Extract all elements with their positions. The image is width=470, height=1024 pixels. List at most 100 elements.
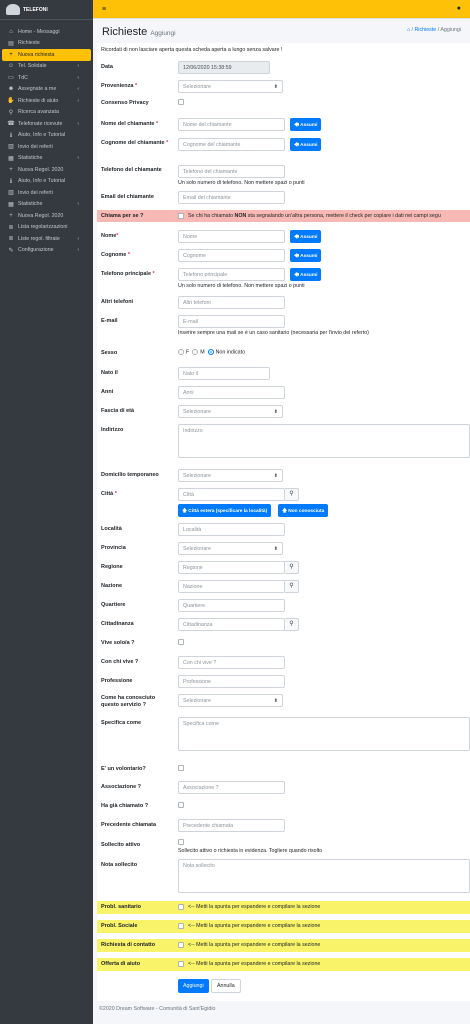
sidebar-item-liste-regol-filtrate[interactable]: ≣ Liste regol. filtrate ‹ [0,233,93,245]
sidebar-item-telefonate-ricevute[interactable]: ☎ Telefonate ricevute ‹ [0,118,93,130]
annulla-button[interactable]: Annulla [211,979,241,993]
provenienza-label: Provenienza * [101,83,171,90]
sidebar-item-invio-dei-referti[interactable]: ▥ Invio dei referti [0,187,93,199]
sidebar-item-assegnate-a-me[interactable]: ☻ Assegnate a me ‹ [0,84,93,96]
sidebar-item-nuova-regol-2020[interactable]: + Nuova Regol. 2020 [0,210,93,222]
sidebar-item-nuova-richiesta[interactable]: + Nuova richiesta [2,49,91,61]
richiesta-contatto-checkbox[interactable] [178,942,184,948]
sidebar-item-statistiche[interactable]: ▦ Statistiche ‹ [0,153,93,165]
breadcrumb-richieste[interactable]: Richieste [414,27,436,33]
assumi-label: Assumi [300,235,318,240]
con-chi-input[interactable]: Con chi vive ? [178,656,285,669]
nota-textarea[interactable]: Nota sollecito [178,859,470,893]
nato-input[interactable]: Nato il [178,367,270,380]
quartiere-input[interactable]: Quartiere [178,599,285,612]
nome-input[interactable]: Nome [178,230,285,243]
sidebar-item-richieste-di-aiuto[interactable]: ✋ Richieste di aiuto ‹ [0,95,93,107]
chevron-left-icon: ‹ [77,201,79,208]
provincia-select[interactable]: Selezionare [178,542,283,555]
assumi-cognome-chiamante-button[interactable]: 🡄 Assumi [290,138,322,151]
data-label: Data [101,64,113,70]
home-icon[interactable]: ⌂ [407,27,410,33]
sidebar-item-aiuto-info-e-tutorial[interactable]: ℹ Aiuto, Info e Tutorial [0,130,93,142]
sidebar-item-richieste[interactable]: ▤ Richieste [0,38,93,50]
citta-estera-button[interactable]: 🡅 Città estera (specificare la località) [178,504,272,517]
specifica-textarea[interactable]: Specifica come [178,717,470,751]
non-conosciuta-button[interactable]: 🡅 Non conosciuta [278,504,329,517]
sidebar-item-nuova-regol-2020[interactable]: + Nuova Regol. 2020 [0,164,93,176]
sidebar-item-tel-solidale[interactable]: ☺ Tel. Solidale ‹ [0,61,93,73]
tel-principale-input[interactable]: Telefono principale [178,268,285,281]
sidebar-item-configurazione[interactable]: ✎ Configurazione ‹ [0,245,93,257]
sidebar-item-invio-dei-referti[interactable]: ▥ Invio dei referti [0,141,93,153]
localita-input[interactable]: Località [178,523,285,536]
cittadinanza-input[interactable]: Cittadinanza [178,618,285,631]
menu-icon[interactable]: ≡ [102,6,106,13]
aggiungi-button[interactable]: Aggiungi [178,979,209,993]
cognome-input[interactable]: Cognome [178,249,285,262]
required-mark: * [134,83,138,89]
consenso-label: Consenso Privacy [101,100,149,106]
nome-chiamante-input[interactable]: Nome del chiamante [178,118,285,131]
breadcrumb: ⌂ / Richieste / Aggiungi [406,27,461,33]
associazione-input[interactable]: Associazione ? [178,781,285,794]
prec-chiamata-input[interactable]: Precedente chiamata [178,819,285,832]
citta-search-icon[interactable]: ⚲ [285,488,299,501]
assumi-cognome-button[interactable]: 🡄 Assumi [290,249,322,262]
nome-chiamante-label: Nome del chiamante * [101,121,171,128]
sesso-f-radio[interactable] [178,349,184,355]
probl-sanitario-checkbox[interactable] [178,904,184,910]
probl-sanitario-label: Probl. sanitario [101,904,142,910]
nazione-input[interactable]: Nazione [178,580,285,593]
professione-input[interactable]: Professione [178,675,285,688]
probl-sociale-checkbox[interactable] [178,923,184,929]
consenso-checkbox[interactable] [178,99,184,105]
regione-search-icon[interactable]: ⚲ [285,561,299,574]
sidebar-item-ricerca-avanzata[interactable]: ⚲ Ricerca avanzata [0,107,93,119]
assumi-nome-chiamante-button[interactable]: 🡄 Assumi [290,118,322,131]
chevron-left-icon: ‹ [77,120,79,127]
altri-tel-input[interactable]: Altri telefoni [178,296,285,309]
cittadinanza-search-icon[interactable]: ⚲ [285,618,299,631]
citta-input[interactable]: Città [178,488,285,501]
cognome-chiamante-input[interactable]: Cognome del chiamante [178,138,285,151]
sidebar-item-label: Tel. Solidale [18,63,47,70]
chiama-per-se-label: Chiama per se ? [101,213,144,219]
gia-chiamato-checkbox[interactable] [178,802,184,808]
indirizzo-textarea[interactable]: Indirizzo [178,424,470,458]
sesso-m-radio[interactable] [192,349,199,355]
volontario-checkbox[interactable] [178,765,184,771]
sesso-label: Sesso [101,350,118,356]
email-chiamante-input[interactable]: Email del chiamante [178,191,285,204]
sidebar-item-lista-regolarizzazioni[interactable]: ≣ Lista regolarizzazioni [0,222,93,234]
brand[interactable]: TELEFONI [0,0,93,20]
sidebar-item-statistiche[interactable]: ▦ Statistiche ‹ [0,199,93,211]
gia-chiamato-label: Ha già chiamato ? [101,803,149,809]
richiesta-contatto-label: Richiesta di contatto [101,942,156,948]
email-input[interactable]: E-mail [178,315,285,328]
assumi-nome-button[interactable]: 🡄 Assumi [290,230,322,243]
nato-label: Nato il [101,370,118,376]
chiama-per-se-checkbox[interactable] [178,213,184,219]
sidebar-item-aiuto-info-e-tutorial[interactable]: ℹ Aiuto, Info e Tutorial [0,176,93,188]
offerta-aiuto-checkbox[interactable] [178,961,184,967]
domicilio-select[interactable]: Selezionare [178,469,283,482]
sollecito-checkbox[interactable] [178,839,184,845]
provincia-label: Provincia [101,545,126,551]
sidebar-item-label: Assegnate a me [18,86,57,93]
provenienza-select[interactable]: Selezionare [178,80,283,93]
user-icon[interactable]: ● [457,5,461,12]
regione-input[interactable]: Regione [178,561,285,574]
anni-input[interactable]: Anni [178,386,285,399]
come-select[interactable]: Selezionare [178,694,283,707]
assumi-tel-button[interactable]: 🡄 Assumi [290,268,322,281]
sidebar-item-label: Statistiche [18,155,43,162]
sesso-non-indicato-radio[interactable] [207,349,214,355]
sidebar-item-tdc[interactable]: ▭ TdC ‹ [0,72,93,84]
nazione-search-icon[interactable]: ⚲ [285,580,299,593]
tel-chiamante-input[interactable]: Telefono del chiamante [178,165,285,178]
fascia-select[interactable]: Selezionare [178,405,283,418]
vive-solo-checkbox[interactable] [178,639,184,645]
help-bold: NON [234,213,247,219]
sidebar-item-home-messaggi[interactable]: ⌂ Home - Messaggi [0,26,93,38]
